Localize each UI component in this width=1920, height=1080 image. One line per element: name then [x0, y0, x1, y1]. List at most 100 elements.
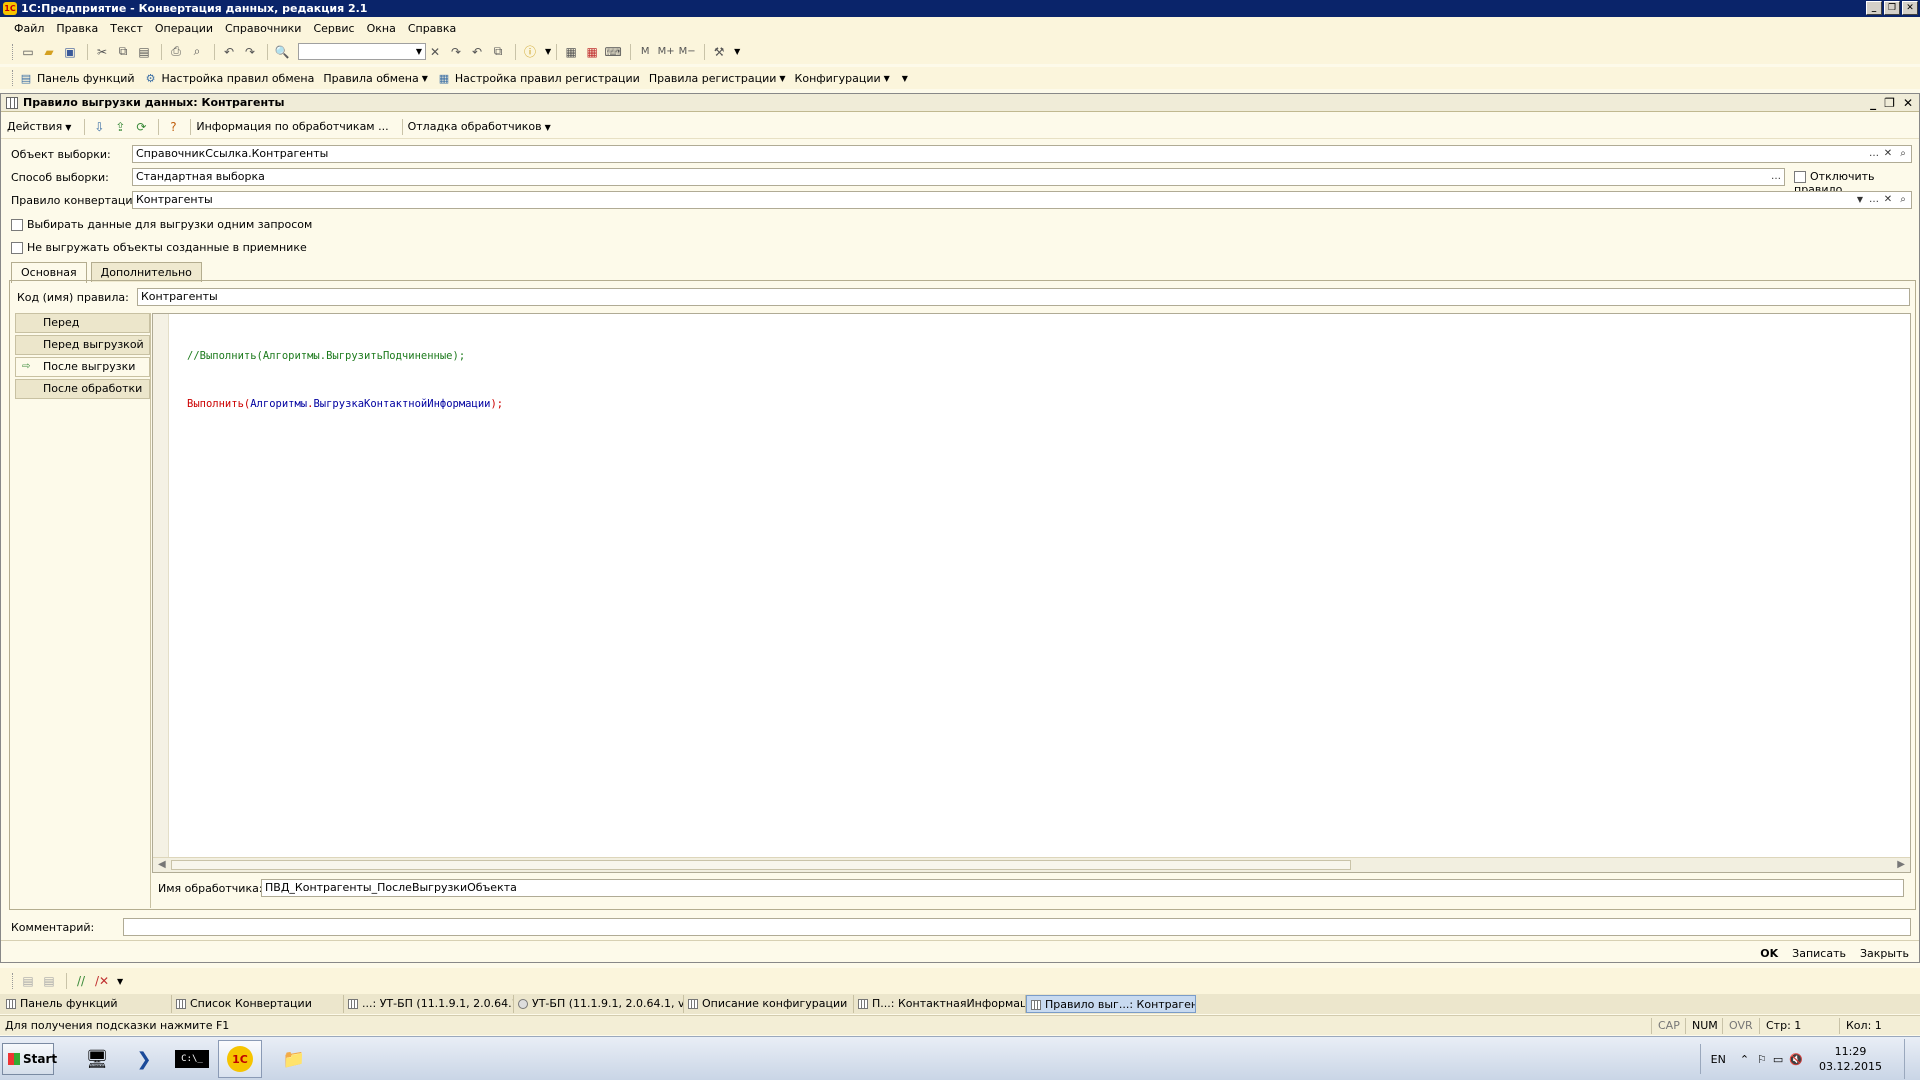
save-icon[interactable]: ▣: [61, 43, 79, 61]
search-input[interactable]: ▼: [298, 43, 426, 60]
menu-operations[interactable]: Операции: [155, 22, 213, 35]
1c-app-icon[interactable]: 1С: [218, 1040, 262, 1078]
close-button[interactable]: Закрыть: [1860, 947, 1909, 960]
window-tab-conversion-list[interactable]: Список Конвертации: [172, 995, 344, 1013]
select-icon[interactable]: …: [1769, 170, 1783, 184]
scroll-left-icon[interactable]: ◀: [158, 858, 166, 872]
import-icon[interactable]: ⇪: [111, 118, 129, 136]
window-tab-config-description[interactable]: Описание конфигурации: [684, 995, 854, 1013]
clear-icon[interactable]: ✕: [1881, 147, 1895, 161]
explorer-icon[interactable]: 📁: [272, 1040, 316, 1078]
window-tab-function-panel[interactable]: Панель функций: [2, 995, 172, 1013]
checkbox-icon[interactable]: [11, 219, 23, 231]
rule-field[interactable]: Контрагенты ▼ … ✕ ⌕: [132, 191, 1912, 209]
restore-icon[interactable]: ❐: [1884, 1, 1900, 15]
copy-icon[interactable]: ⧉: [114, 43, 132, 61]
checkbox-icon[interactable]: [11, 242, 23, 254]
actions-menu[interactable]: Действия ▼: [7, 120, 71, 133]
volume-muted-icon[interactable]: 🔇: [1789, 1053, 1803, 1066]
refresh-icon[interactable]: ⟳: [132, 118, 150, 136]
menu-service[interactable]: Сервис: [313, 22, 354, 35]
tools-icon[interactable]: ⚒: [710, 43, 728, 61]
menu-text[interactable]: Текст: [110, 22, 143, 35]
code-line-2[interactable]: Выполнить(Алгоритмы.ВыгрузкаКонтактнойИн…: [187, 396, 503, 412]
language-indicator[interactable]: EN: [1711, 1053, 1726, 1066]
code-line-1[interactable]: //Выполнить(Алгоритмы.ВыгрузитьПодчиненн…: [187, 350, 465, 362]
server-manager-icon[interactable]: 🖥: [75, 1040, 119, 1078]
window-copy-icon[interactable]: ⧉: [489, 43, 507, 61]
horizontal-scrollbar[interactable]: ◀ ▶: [153, 857, 1910, 872]
save-button[interactable]: Записать: [1792, 947, 1846, 960]
network-icon[interactable]: ▭: [1773, 1053, 1783, 1066]
clock[interactable]: 11:29 03.12.2015: [1819, 1044, 1882, 1074]
method-field[interactable]: Стандартная выборка …: [132, 168, 1785, 186]
cut-icon[interactable]: ✂: [93, 43, 111, 61]
object-field[interactable]: СправочникСсылка.Контрагенты … ✕ ⌕: [132, 145, 1912, 163]
undo-icon[interactable]: ↶: [220, 43, 238, 61]
clear-icon[interactable]: ✕: [1881, 193, 1895, 207]
chevron-down-icon[interactable]: ▼: [413, 44, 425, 59]
registration-rules-setup-button[interactable]: ▦ Настройка правил регистрации: [437, 71, 640, 85]
find-next-icon[interactable]: ↷: [447, 43, 465, 61]
function-panel-button[interactable]: ▤ Панель функций: [19, 71, 135, 85]
memory-minus-icon[interactable]: M−: [678, 43, 696, 61]
scrollbar-thumb[interactable]: [171, 860, 1351, 870]
close-icon[interactable]: ✕: [1902, 1, 1918, 15]
menu-catalogs[interactable]: Справочники: [225, 22, 301, 35]
configurations-menu[interactable]: Конфигурации ▼: [795, 72, 890, 85]
paste-disabled-icon[interactable]: ▤: [19, 972, 37, 990]
code-field[interactable]: Контрагенты: [137, 288, 1910, 306]
code-text[interactable]: //Выполнить(Алгоритмы.ВыгрузитьПодчиненн…: [187, 316, 503, 444]
doc-close-icon[interactable]: ✕: [1903, 94, 1913, 112]
tab-additional[interactable]: Дополнительно: [90, 262, 202, 282]
doc-restore-icon[interactable]: ❐: [1884, 94, 1895, 112]
command-prompt-icon[interactable]: C:\_: [170, 1040, 214, 1078]
paste-icon[interactable]: ▤: [135, 43, 153, 61]
select-icon[interactable]: …: [1867, 147, 1881, 161]
help-icon[interactable]: ?: [164, 118, 182, 136]
doc-minimize-icon[interactable]: _: [1870, 94, 1876, 112]
clear-search-icon[interactable]: ✕: [426, 43, 444, 61]
registration-rules-menu[interactable]: Правила регистрации ▼: [649, 72, 786, 85]
comment-field[interactable]: [123, 918, 1911, 936]
action-center-flag-icon[interactable]: ⚐: [1757, 1053, 1767, 1066]
handler-after-processing[interactable]: После обработки: [15, 379, 150, 399]
menu-windows[interactable]: Окна: [367, 22, 396, 35]
menu-file[interactable]: Файл: [14, 22, 44, 35]
start-button[interactable]: Start: [2, 1043, 57, 1075]
memory-icon[interactable]: M: [636, 43, 654, 61]
show-desktop-button[interactable]: [1904, 1039, 1918, 1079]
open-icon[interactable]: ⌕: [1896, 147, 1910, 161]
print-preview-icon[interactable]: ⌕: [188, 43, 206, 61]
window-tab-export-rule[interactable]: Правило выг...: Контрагенты: [1026, 995, 1196, 1013]
exchange-rules-menu[interactable]: Правила обмена ▼: [323, 72, 428, 85]
memory-plus-icon[interactable]: M+: [657, 43, 675, 61]
menu-edit[interactable]: Правка: [56, 22, 98, 35]
handler-after-export[interactable]: ⇨ После выгрузки: [15, 357, 150, 377]
find-icon[interactable]: 🔍: [273, 43, 291, 61]
code-editor[interactable]: //Выполнить(Алгоритмы.ВыгрузитьПодчиненн…: [152, 313, 1911, 873]
window-tab-contact-info[interactable]: П...: КонтактнаяИнформация: [854, 995, 1026, 1013]
handler-before-processing[interactable]: Перед обработкой: [15, 313, 150, 347]
calendar-icon[interactable]: ▦: [583, 43, 601, 61]
open-icon[interactable]: ⌕: [1896, 193, 1910, 207]
menu-help[interactable]: Справка: [408, 22, 456, 35]
ok-button[interactable]: OK: [1760, 947, 1778, 960]
table-icon[interactable]: ▦: [562, 43, 580, 61]
calculator-icon[interactable]: ⌨: [604, 43, 622, 61]
window-tab-ut-bp-2[interactable]: УТ-БП (11.1.9.1, 2.0.64.1, v.1): [514, 995, 684, 1013]
powershell-icon[interactable]: ❯: [122, 1040, 166, 1078]
minimize-icon[interactable]: _: [1866, 1, 1882, 15]
show-hidden-icons-icon[interactable]: ⌃: [1740, 1053, 1749, 1066]
handler-name-field[interactable]: ПВД_Контрагенты_ПослеВыгрузкиОбъекта: [261, 879, 1904, 897]
find-previous-icon[interactable]: ↶: [468, 43, 486, 61]
handlers-info-button[interactable]: Информация по обработчикам ...: [196, 120, 388, 133]
print-icon[interactable]: ⎙: [167, 43, 185, 61]
no-export-created-checkbox[interactable]: Не выгружать объекты созданные в приемни…: [11, 241, 307, 254]
single-query-checkbox[interactable]: Выбирать данные для выгрузки одним запро…: [11, 218, 312, 231]
scroll-right-icon[interactable]: ▶: [1897, 858, 1905, 872]
comment-lines-icon[interactable]: //: [72, 972, 90, 990]
debug-handlers-menu[interactable]: Отладка обработчиков ▼: [408, 120, 551, 133]
new-document-icon[interactable]: ▭: [19, 43, 37, 61]
window-tab-ut-bp-1[interactable]: ...: УТ-БП (11.1.9.1, 2.0.64.1,...: [344, 995, 514, 1013]
